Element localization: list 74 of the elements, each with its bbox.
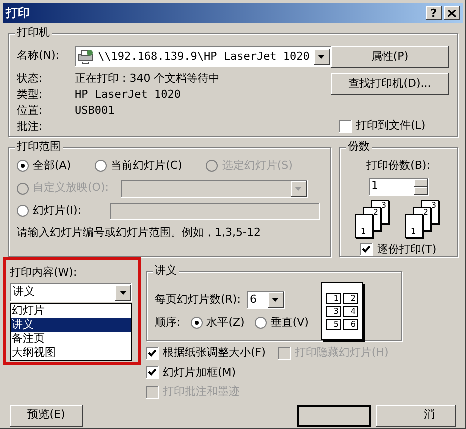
- field-label: 位置:: [17, 102, 44, 119]
- dropdown-arrow-button[interactable]: [290, 180, 307, 196]
- radio-label: 当前幻灯片(C): [111, 158, 182, 174]
- field-label: 每页幻灯片数(R):: [155, 292, 241, 308]
- field-value: 正在打印 : 340 个文档等待中: [75, 70, 222, 87]
- dropdown-arrow-button[interactable]: [314, 48, 330, 64]
- ok-button[interactable]: [297, 404, 371, 426]
- slides-per-page-select[interactable]: 6: [246, 290, 285, 309]
- dropdown-arrow-button[interactable]: [115, 284, 131, 300]
- print-content-select[interactable]: 讲义: [10, 283, 132, 302]
- list-item[interactable]: 大纲视图: [11, 346, 131, 360]
- slide-slot: 5: [326, 318, 341, 330]
- radio-button[interactable]: [190, 317, 203, 329]
- checkbox-label: 打印隐藏幻灯片(H): [294, 345, 389, 361]
- checkbox[interactable]: [146, 346, 159, 360]
- dropdown-arrow-button[interactable]: [268, 292, 284, 308]
- list-item[interactable]: 讲义: [11, 318, 131, 332]
- custom-show-select[interactable]: [120, 180, 308, 198]
- page-sheet: 1: [404, 214, 422, 238]
- radio-button[interactable]: [95, 160, 108, 172]
- cancel-button[interactable]: 消: [376, 404, 456, 426]
- field-label: 批注:: [17, 118, 44, 134]
- field-label: 名称(N):: [17, 48, 61, 64]
- slide-slot: 2: [342, 292, 358, 304]
- slide-slot: 1: [326, 292, 341, 304]
- checkbox-label: 根据纸张调整大小(F): [163, 345, 266, 361]
- checkbox[interactable]: [360, 243, 374, 256]
- radio-label: 垂直(V): [270, 314, 309, 331]
- spin-up-button[interactable]: [414, 178, 428, 186]
- properties-button[interactable]: 属性(P): [331, 46, 449, 68]
- checkbox-label: 逐份打印(T): [377, 242, 437, 258]
- caret-icon: [318, 54, 326, 58]
- preview-button[interactable]: 预览(E): [10, 404, 83, 426]
- hint-text: 请输入幻灯片编号或幻灯片范围。例如，1,3,5-12: [17, 224, 262, 240]
- window-title: 打印: [6, 5, 30, 22]
- checkbox-label: 打印批注和墨迹: [163, 384, 240, 400]
- checkbox[interactable]: [146, 366, 159, 380]
- field-label: 顺序:: [155, 314, 181, 331]
- slides-input[interactable]: [110, 202, 320, 220]
- find-printer-button[interactable]: 查找打印机(D)...: [331, 73, 449, 95]
- radio-label: 全部(A): [33, 158, 72, 174]
- radio-label: 自定义放映(O):: [33, 180, 109, 196]
- radio-label: 水平(Z): [206, 314, 245, 331]
- checkbox-label: 幻灯片加框(M): [163, 364, 236, 380]
- radio-button[interactable]: [17, 205, 29, 217]
- printer-select[interactable]: \\192.168.139.9\HP LaserJet 1020: [75, 46, 333, 67]
- caret-icon: [120, 290, 126, 294]
- help-button[interactable]: ?: [426, 6, 442, 20]
- radio-label: 幻灯片(I):: [33, 202, 82, 219]
- copies-spinner[interactable]: 1: [368, 178, 428, 196]
- slide-slot: 3: [326, 306, 341, 316]
- slide-slot: 4: [342, 306, 358, 316]
- caret-icon: [272, 298, 280, 302]
- field-value: HP LaserJet 1020: [75, 86, 182, 103]
- list-item[interactable]: 备注页: [11, 332, 131, 346]
- field-label: 类型:: [17, 86, 44, 103]
- checkbox-label: 打印到文件(L): [356, 118, 426, 134]
- field-label: 打印份数(B):: [366, 158, 430, 174]
- field-label: 打印内容(W):: [10, 265, 78, 281]
- list-item[interactable]: 幻灯片: [11, 304, 131, 318]
- slide-slot: 6: [342, 318, 358, 330]
- close-icon: [448, 10, 456, 16]
- page-sheet: 1: [354, 214, 372, 238]
- network-printer-icon: [78, 48, 94, 64]
- radio-button[interactable]: [17, 160, 29, 172]
- group-title: 打印范围: [15, 139, 63, 155]
- field-label: 状态:: [17, 70, 44, 87]
- group-title: 讲义: [153, 263, 179, 279]
- radio-button[interactable]: [254, 317, 267, 329]
- radio-label: 选定幻灯片(S): [222, 158, 293, 174]
- caret-icon: [295, 186, 302, 190]
- checkbox[interactable]: [339, 120, 352, 133]
- close-button[interactable]: [444, 6, 460, 20]
- field-value: USB001: [75, 102, 116, 119]
